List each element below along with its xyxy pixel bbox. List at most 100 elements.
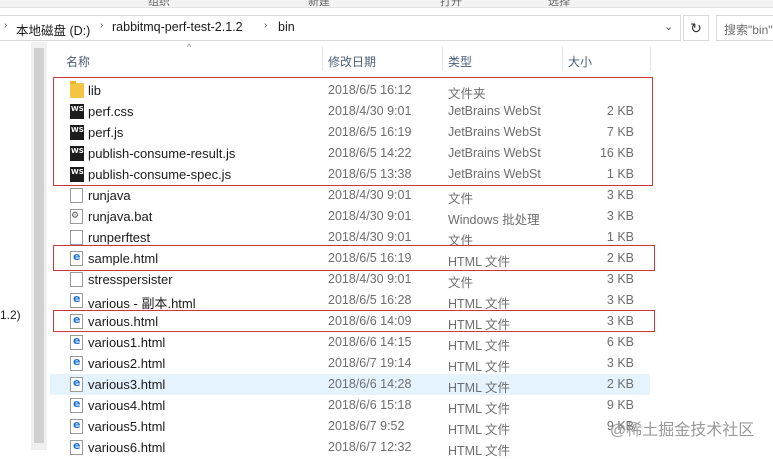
column-divider[interactable] xyxy=(650,47,651,71)
file-modified-date: 2018/6/7 12:32 xyxy=(328,440,412,454)
column-divider[interactable] xyxy=(322,47,323,71)
html-file-icon xyxy=(70,313,83,329)
file-row[interactable]: runjava.bat 2018/4/30 9:01 Windows 批处理 3 KB xyxy=(50,206,650,227)
folder-icon xyxy=(70,81,84,98)
file-row[interactable]: various3.html 2018/6/6 14:28 HTML 文件 2 KB xyxy=(50,374,650,395)
batch-file-icon xyxy=(70,209,83,224)
navigation-pane[interactable]: 1.2) xyxy=(0,42,30,450)
file-size: 16 KB xyxy=(599,146,634,160)
file-row[interactable]: various6.html2018/6/7 12:32HTML 文件 xyxy=(50,437,650,458)
sort-ascending-icon: ^ xyxy=(187,42,192,52)
html-file-icon xyxy=(70,397,83,413)
chevron-down-icon[interactable]: ⌄ xyxy=(664,20,673,33)
address-bar[interactable]: › 本地磁盘 (D:) › rabbitmq-perf-test-2.1.2 ›… xyxy=(0,15,681,41)
file-size: 2 KB xyxy=(606,104,634,118)
column-date[interactable]: 修改日期 xyxy=(328,53,376,70)
file-row[interactable]: publish-consume-result.js 2018/6/5 14:22 J… xyxy=(50,143,650,164)
file-modified-date: 2018/6/5 16:28 xyxy=(328,293,412,307)
file-name: various.html xyxy=(88,314,159,329)
html-file-icon xyxy=(70,292,83,308)
file-icon xyxy=(70,188,83,203)
file-modified-date: 2018/6/7 9:52 xyxy=(328,419,405,433)
file-type: 文件夹 xyxy=(448,87,486,101)
webstorm-file-icon xyxy=(70,146,84,161)
column-size[interactable]: 大小 xyxy=(568,53,592,70)
nav-item-fragment[interactable]: 1.2) xyxy=(0,308,21,322)
ribbon-item[interactable]: 选择 xyxy=(548,0,570,9)
file-row[interactable]: various4.html 2018/6/6 15:18 HTML 文件 9 KB xyxy=(50,395,650,416)
file-row[interactable]: publish-consume-spec.js 2018/6/5 13:38 Jet… xyxy=(50,164,650,185)
file-icon xyxy=(70,230,83,245)
file-name: various4.html xyxy=(88,398,166,413)
file-row[interactable]: runperftest 2018/4/30 9:01 文件 1 KB xyxy=(50,227,650,248)
html-file-icon xyxy=(70,250,83,266)
watermark: @稀土掘金技术社区 xyxy=(610,422,755,439)
file-name: perf.js xyxy=(88,125,124,140)
search-input[interactable]: 搜索"bin" xyxy=(716,15,773,41)
file-modified-date: 2018/4/30 9:01 xyxy=(328,230,412,244)
file-name: lib xyxy=(88,83,102,98)
ribbon-item[interactable]: 组织 xyxy=(148,0,170,9)
file-name: various1.html xyxy=(88,335,166,350)
file-size: 3 KB xyxy=(606,209,634,223)
file-row[interactable]: various5.html2018/6/7 9:52HTML 文件9 KB xyxy=(50,416,650,437)
breadcrumb-drive[interactable]: 本地磁盘 (D:) xyxy=(16,20,90,39)
chevron-right-icon: › xyxy=(4,20,8,31)
file-row[interactable]: various.html 2018/6/6 14:09 HTML 文件 3 KB xyxy=(50,311,650,332)
file-size: 3 KB xyxy=(606,272,634,286)
ribbon-item[interactable]: 打开 xyxy=(440,0,462,9)
refresh-button[interactable]: ↻ xyxy=(683,15,709,41)
file-row[interactable]: perf.css 2018/4/30 9:01 JetBrains WebSt 2 K… xyxy=(50,101,650,122)
file-row[interactable]: lib 2018/6/5 16:12 文件夹 xyxy=(50,80,650,101)
html-file-icon xyxy=(70,334,83,350)
file-modified-date: 2018/4/30 9:01 xyxy=(328,209,412,223)
file-size: 3 KB xyxy=(606,293,634,307)
file-modified-date: 2018/6/6 14:15 xyxy=(328,335,412,349)
file-size: 9 KB xyxy=(606,398,634,412)
file-name: various3.html xyxy=(88,377,166,392)
file-row[interactable]: sample.html 2018/6/5 16:19 HTML 文件 2 KB xyxy=(50,248,650,269)
file-size: 3 KB xyxy=(606,314,634,328)
file-name: various5.html xyxy=(88,419,166,434)
file-type: 文件 xyxy=(448,276,474,290)
column-divider[interactable] xyxy=(562,47,563,71)
file-modified-date: 2018/6/6 14:09 xyxy=(328,314,412,328)
file-size: 1 KB xyxy=(606,230,634,244)
file-name: various2.html xyxy=(88,356,166,371)
file-row[interactable]: runjava 2018/4/30 9:01 文件 3 KB xyxy=(50,185,650,206)
breadcrumb-folder[interactable]: rabbitmq-perf-test-2.1.2 xyxy=(112,20,243,34)
file-name: sample.html xyxy=(88,251,159,266)
scrollbar-thumb[interactable] xyxy=(34,48,44,443)
file-modified-date: 2018/6/7 19:14 xyxy=(328,356,412,370)
file-row[interactable]: various2.html 2018/6/7 19:14 HTML 文件 3 KB xyxy=(50,353,650,374)
file-size: 6 KB xyxy=(606,335,634,349)
file-size: 2 KB xyxy=(606,251,634,265)
chevron-right-icon[interactable]: › xyxy=(264,20,267,31)
html-file-icon xyxy=(70,439,83,455)
file-type: HTML 文件 xyxy=(448,255,511,269)
file-row[interactable]: various - 副本.html 2018/6/5 16:28 HTML 文件 3 … xyxy=(50,290,650,311)
webstorm-file-icon xyxy=(70,104,84,119)
breadcrumb-bin[interactable]: bin xyxy=(278,20,295,34)
file-modified-date: 2018/6/6 15:18 xyxy=(328,398,412,412)
file-type: HTML 文件 xyxy=(448,423,511,437)
file-name: publish-consume-spec.js xyxy=(88,167,232,182)
webstorm-file-icon xyxy=(70,125,84,140)
html-file-icon xyxy=(70,355,83,371)
file-name: various6.html xyxy=(88,440,166,455)
file-size: 1 KB xyxy=(606,167,634,181)
file-modified-date: 2018/6/5 14:22 xyxy=(328,146,412,160)
column-divider[interactable] xyxy=(442,47,443,71)
ribbon-strip: 组织 新建 打开 选择 xyxy=(0,0,773,8)
file-name: runjava xyxy=(88,188,131,203)
file-row[interactable]: perf.js 2018/6/5 16:19 JetBrains WebSt 7 KB xyxy=(50,122,650,143)
nav-scrollbar[interactable] xyxy=(31,42,47,450)
chevron-right-icon[interactable]: › xyxy=(100,20,103,31)
column-name[interactable]: 名称 xyxy=(66,53,90,70)
file-modified-date: 2018/6/5 16:19 xyxy=(328,125,412,139)
column-header: ^ 名称 修改日期 类型 大小 xyxy=(50,42,773,71)
column-type[interactable]: 类型 xyxy=(448,53,472,70)
file-row[interactable]: various1.html 2018/6/6 14:15 HTML 文件 6 KB xyxy=(50,332,650,353)
file-row[interactable]: stresspersister 2018/4/30 9:01 文件 3 KB xyxy=(50,269,650,290)
ribbon-item[interactable]: 新建 xyxy=(308,0,330,9)
